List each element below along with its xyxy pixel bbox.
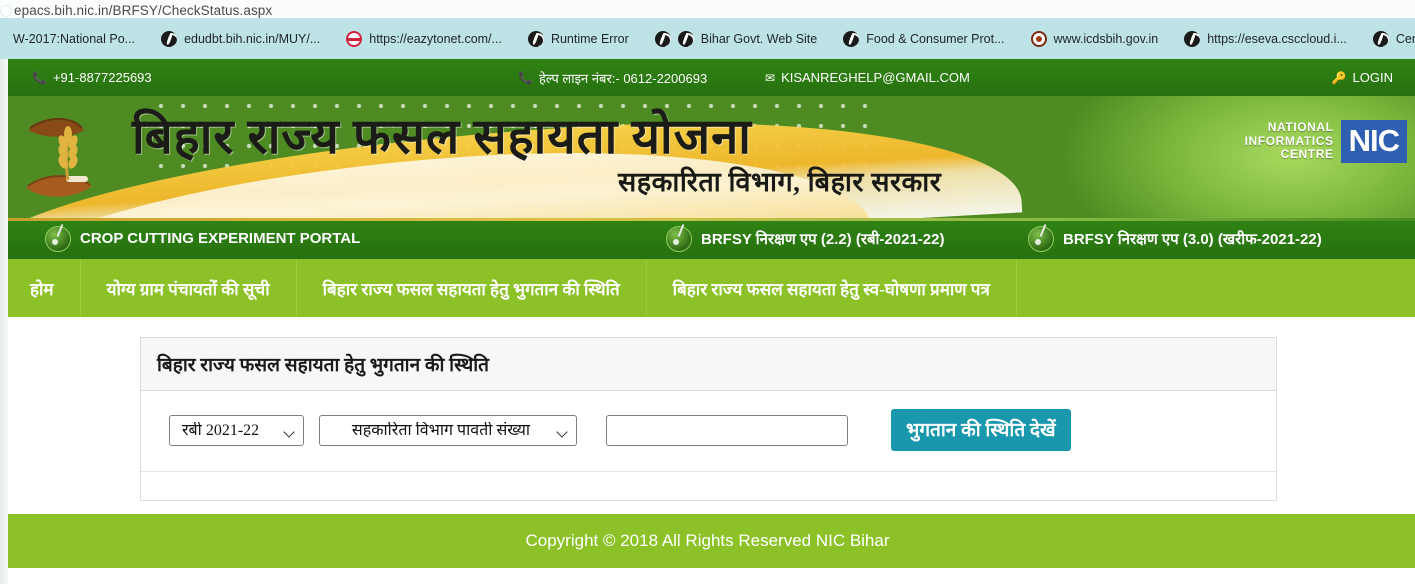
main-navigation: होम योग्य ग्राम पंचायतों की सूची बिहार र…	[0, 259, 1415, 317]
nic-line-1: NATIONAL	[1267, 120, 1334, 135]
nav-item-label: होम	[30, 279, 54, 299]
globe-icon	[1372, 30, 1389, 47]
browser-url-bar[interactable]: epacs.bih.nic.in/BRFSY/CheckStatus.aspx	[0, 0, 1415, 18]
icds-emblem-icon	[1030, 30, 1047, 47]
bookmark-item[interactable]: https://eazytonet.com/...	[333, 18, 515, 59]
page-left-edge	[0, 59, 8, 584]
mobile-app-icon	[1028, 225, 1054, 252]
globe-icon	[677, 30, 694, 47]
mobile-app-icon	[666, 225, 692, 252]
bookmark-label: edudbt.bih.nic.in/MUY/...	[184, 31, 321, 46]
globe-icon	[1184, 30, 1201, 47]
nic-line-2: INFORMATICS	[1244, 133, 1334, 148]
email-address: KISANREGHELP@GMAIL.COM	[781, 70, 970, 85]
panel-header: बिहार राज्य फसल सहायता हेतु भुगतान की स्…	[141, 338, 1276, 391]
globe-icon	[843, 30, 860, 47]
portal-link-label: BRFSY निरक्षण एप (3.0) (खरीफ-2021-22)	[1063, 230, 1322, 248]
mobile-app-icon	[45, 225, 71, 252]
portal-link-brfsy-22[interactable]: BRFSY निरक्षण एप (2.2) (रबी-2021-22)	[666, 225, 945, 252]
browser-tab-favicon	[0, 5, 12, 17]
bookmark-item[interactable]: Bihar Govt. Web Site	[642, 18, 831, 59]
bookmark-label: https://eazytonet.com/...	[369, 31, 502, 46]
bookmark-item[interactable]: Census of In	[1360, 18, 1415, 59]
phone-icon: 📞	[518, 70, 533, 85]
bookmark-label: Census of In	[1395, 31, 1415, 46]
nav-item-label: बिहार राज्य फसल सहायता हेतु स्व-घोषणा प्…	[672, 279, 990, 299]
phone-contact[interactable]: 📞 +91-8877225693	[32, 70, 152, 85]
bookmark-label: Bihar Govt. Web Site	[700, 31, 818, 46]
type-select-wrapper: सहकारिता विभाग पावती संख्या	[319, 414, 577, 446]
nav-item-self-declaration[interactable]: बिहार राज्य फसल सहायता हेतु स्व-घोषणा प्…	[647, 259, 1017, 317]
panel-footer-area	[141, 472, 1276, 500]
season-select-wrapper: रबी 2021-22	[157, 414, 304, 446]
bookmark-label: Runtime Error	[550, 31, 629, 46]
nic-logo: NATIONAL INFORMATICS CENTRE NIC	[1245, 120, 1407, 163]
portal-link-brfsy-30[interactable]: BRFSY निरक्षण एप (3.0) (खरीफ-2021-22)	[1028, 225, 1322, 252]
banner-subtitle: सहकारिता विभाग, बिहार सरकार	[618, 167, 942, 197]
red-circle-icon	[346, 30, 363, 47]
nic-line-3: CENTRE	[1280, 147, 1334, 162]
bookmark-item[interactable]: https://eseva.csccloud.i...	[1171, 18, 1360, 59]
globe-icon	[527, 30, 544, 47]
site-banner: बिहार राज्य फसल सहायता योजना सहकारिता वि…	[0, 96, 1415, 218]
payment-status-panel: बिहार राज्य फसल सहायता हेतु भुगतान की स्…	[140, 337, 1277, 501]
nav-item-label: बिहार राज्य फसल सहायता हेतु भुगतान की स्…	[322, 279, 620, 299]
portal-links-strip: CROP CUTTING EXPERIMENT PORTAL BRFSY निर…	[0, 218, 1415, 259]
key-icon: 🔑	[1331, 70, 1347, 85]
hands-holding-wheat-icon	[26, 118, 92, 197]
bookmarks-bar[interactable]: W-2017:National Po... edudbt.bih.nic.in/…	[0, 18, 1415, 59]
email-contact[interactable]: ✉ KISANREGHELP@GMAIL.COM	[765, 70, 970, 85]
nic-logo-text: NATIONAL INFORMATICS CENTRE	[1245, 121, 1334, 162]
bookmark-item[interactable]: www.icdsbih.gov.in	[1018, 18, 1172, 59]
portal-link-label: CROP CUTTING EXPERIMENT PORTAL	[80, 230, 361, 247]
nav-item-eligible-panchayats[interactable]: योग्य ग्राम पंचायतों की सूची	[81, 259, 297, 317]
globe-icon	[654, 30, 671, 47]
web-page: 📞 +91-8877225693 📞 हेल्प लाइन नंबर:- 061…	[0, 59, 1415, 584]
site-footer: Copyright © 2018 All Rights Reserved NIC…	[0, 514, 1415, 568]
nav-item-label: योग्य ग्राम पंचायतों की सूची	[106, 279, 270, 299]
bookmark-label: https://eseva.csccloud.i...	[1207, 31, 1347, 46]
bookmark-label: Food & Consumer Prot...	[866, 31, 1005, 46]
receipt-number-input[interactable]	[606, 414, 848, 446]
phone-number: +91-8877225693	[52, 70, 152, 85]
login-label: LOGIN	[1352, 70, 1393, 85]
bookmark-item[interactable]: W-2017:National Po...	[0, 18, 148, 59]
login-link[interactable]: 🔑 LOGIN	[1332, 70, 1393, 85]
nav-item-payment-status[interactable]: बिहार राज्य फसल सहायता हेतु भुगतान की स्…	[297, 259, 647, 317]
portal-link-label: BRFSY निरक्षण एप (2.2) (रबी-2021-22)	[701, 230, 945, 248]
check-payment-status-button[interactable]: भुगतान की स्थिति देखें	[891, 409, 1071, 451]
nic-badge: NIC	[1340, 120, 1407, 163]
helpline-text: हेल्प लाइन नंबर:- 0612-2200693	[538, 70, 708, 86]
main-content: बिहार राज्य फसल सहायता हेतु भुगतान की स्…	[0, 317, 1415, 514]
phone-icon: 📞	[32, 70, 47, 85]
contact-top-bar: 📞 +91-8877225693 📞 हेल्प लाइन नंबर:- 061…	[0, 59, 1415, 96]
copyright-text: Copyright © 2018 All Rights Reserved NIC…	[525, 531, 890, 550]
bookmark-item[interactable]: Food & Consumer Prot...	[830, 18, 1017, 59]
helpline-contact[interactable]: 📞 हेल्प लाइन नंबर:- 0612-2200693	[518, 69, 707, 87]
panel-title: बिहार राज्य फसल सहायता हेतु भुगतान की स्…	[157, 355, 489, 376]
nav-item-home[interactable]: होम	[0, 259, 81, 317]
season-select[interactable]: रबी 2021-22	[169, 414, 304, 446]
url-text: epacs.bih.nic.in/BRFSY/CheckStatus.aspx	[14, 3, 273, 18]
bookmark-item[interactable]: Runtime Error	[515, 18, 642, 59]
envelope-icon: ✉	[765, 70, 776, 85]
receipt-type-select[interactable]: सहकारिता विभाग पावती संख्या	[319, 414, 577, 446]
globe-icon	[161, 30, 178, 47]
bookmark-label: W-2017:National Po...	[13, 31, 136, 46]
bookmark-item[interactable]: edudbt.bih.nic.in/MUY/...	[148, 18, 333, 59]
panel-body: रबी 2021-22 सहकारिता विभाग पावती संख्या …	[141, 391, 1276, 472]
bookmark-label: www.icdsbih.gov.in	[1053, 31, 1159, 46]
portal-link-crop-cutting[interactable]: CROP CUTTING EXPERIMENT PORTAL	[45, 225, 361, 252]
banner-title: बिहार राज्य फसल सहायता योजना	[132, 109, 752, 164]
